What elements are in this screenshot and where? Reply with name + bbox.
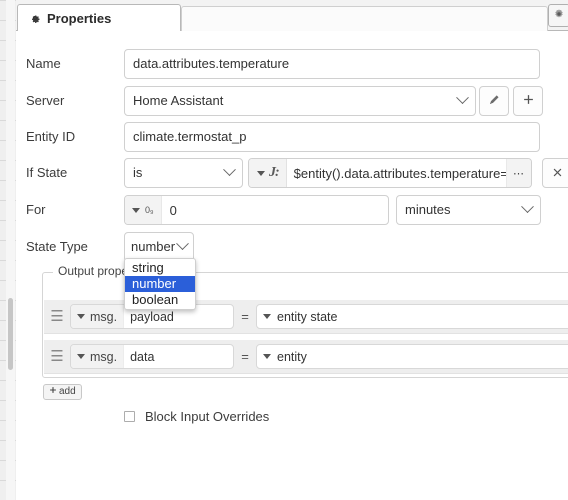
pencil-icon — [488, 94, 500, 109]
output-row-0-value-label: entity state — [277, 309, 338, 324]
for-units-select[interactable]: minutes — [396, 195, 541, 225]
caret-down-icon — [132, 207, 140, 213]
state-type-value: number — [131, 239, 176, 254]
row-if-state: If State is J: $entity().data.attributes… — [16, 158, 568, 188]
tab-inactive-area[interactable] — [181, 6, 548, 31]
row-server: Server Home Assistant — [16, 86, 568, 116]
entity-id-label: Entity ID — [26, 129, 76, 144]
chevron-down-icon — [521, 196, 534, 224]
output-row-0-key-input[interactable]: payload — [124, 310, 233, 324]
block-input-overrides-label: Block Input Overrides — [145, 409, 270, 424]
for-units-value: minutes — [405, 202, 451, 217]
state-type-dropdown-list[interactable]: string number boolean — [124, 258, 196, 310]
if-state-operator-value: is — [133, 165, 143, 180]
caret-down-icon — [263, 314, 271, 319]
for-number-input[interactable]: 0 — [162, 196, 388, 224]
name-input[interactable]: data.attributes.temperature — [124, 49, 540, 79]
if-state-value-field[interactable]: J: $entity().data.attributes.temperature… — [248, 158, 532, 188]
properties-panel: Properties Name data.attributes.temperat… — [16, 0, 568, 500]
state-type-option-number[interactable]: number — [125, 276, 195, 292]
row-entity-id: Entity ID climate.termostat_p — [16, 122, 568, 152]
output-row-1-key-input[interactable]: data — [124, 350, 233, 364]
for-value-field[interactable]: 0₉ 0 — [124, 195, 389, 225]
if-state-operator-select[interactable]: is — [124, 158, 243, 188]
drag-handle-icon[interactable]: ☰ — [44, 349, 70, 364]
chevron-down-icon — [456, 87, 469, 115]
output-row-1-prefix-label: msg. — [90, 349, 118, 364]
add-output-property-button[interactable]: add — [43, 384, 82, 400]
output-row-1-key-field[interactable]: msg. data — [70, 344, 234, 369]
output-row-0-value-select[interactable]: entity state — [256, 304, 568, 329]
block-input-overrides-row[interactable]: Block Input Overrides — [124, 409, 269, 424]
if-state-value-input[interactable]: $entity().data.attributes.temperature=te… — [287, 159, 506, 187]
caret-down-icon — [77, 314, 85, 319]
row-for: For 0₉ 0 minutes — [16, 195, 568, 225]
ellipsis-icon[interactable]: ⋯ — [506, 159, 531, 187]
output-row-1-equals: = — [241, 349, 249, 364]
if-state-label: If State — [26, 165, 68, 180]
tab-bar: Properties — [16, 0, 568, 31]
caret-down-icon — [263, 354, 271, 359]
if-state-type-button[interactable]: J: — [249, 159, 287, 187]
tab-properties[interactable]: Properties — [17, 4, 181, 31]
gear-icon — [29, 12, 41, 24]
chevron-down-icon — [223, 159, 236, 187]
jsonata-icon: J: — [269, 165, 280, 180]
add-output-property-label: add — [59, 386, 76, 397]
editor-canvas-strip — [0, 0, 17, 500]
row-state-type: State Type number — [16, 232, 568, 262]
state-type-option-string[interactable]: string — [125, 260, 195, 276]
panel-settings-button[interactable] — [548, 4, 568, 27]
caret-down-icon — [257, 170, 265, 176]
plus-icon — [522, 93, 535, 109]
output-row-1-prefix[interactable]: msg. — [71, 345, 125, 368]
scrollbar-thumb[interactable] — [8, 298, 13, 370]
caret-down-icon — [77, 354, 85, 359]
output-row-0-equals: = — [241, 309, 249, 324]
server-select-value: Home Assistant — [133, 93, 224, 108]
output-properties-fieldset: Output properties ☰ msg. payload = entit… — [42, 264, 568, 378]
number-type-icon: 0₉ — [145, 204, 154, 215]
gear-icon — [553, 8, 565, 23]
output-row-0-prefix[interactable]: msg. — [71, 305, 125, 328]
for-type-button[interactable]: 0₉ — [125, 196, 162, 224]
server-select[interactable]: Home Assistant — [124, 86, 476, 116]
server-add-button[interactable] — [513, 86, 543, 116]
table-row[interactable]: ☰ msg. data = entity — [44, 339, 568, 374]
row-name: Name data.attributes.temperature — [16, 49, 568, 79]
chevron-down-icon — [176, 233, 189, 261]
server-edit-button[interactable] — [479, 86, 509, 116]
close-icon — [552, 166, 563, 181]
name-label: Name — [26, 56, 61, 71]
entity-id-input[interactable]: climate.termostat_p — [124, 122, 540, 152]
server-label: Server — [26, 93, 65, 108]
output-row-1-value-label: entity — [277, 349, 307, 364]
drag-handle-icon[interactable]: ☰ — [44, 309, 70, 324]
state-type-label: State Type — [26, 239, 88, 254]
plus-icon — [49, 385, 57, 399]
table-row[interactable]: ☰ msg. payload = entity state — [44, 299, 568, 334]
output-row-1-value-select[interactable]: entity — [256, 344, 568, 369]
if-state-clear-button[interactable] — [542, 158, 568, 188]
scrollbar-track[interactable] — [6, 0, 15, 500]
tab-properties-label: Properties — [47, 10, 112, 26]
state-type-option-boolean[interactable]: boolean — [125, 292, 195, 308]
output-row-0-prefix-label: msg. — [90, 309, 118, 324]
block-input-overrides-checkbox[interactable] — [124, 411, 135, 422]
for-label: For — [26, 202, 46, 217]
